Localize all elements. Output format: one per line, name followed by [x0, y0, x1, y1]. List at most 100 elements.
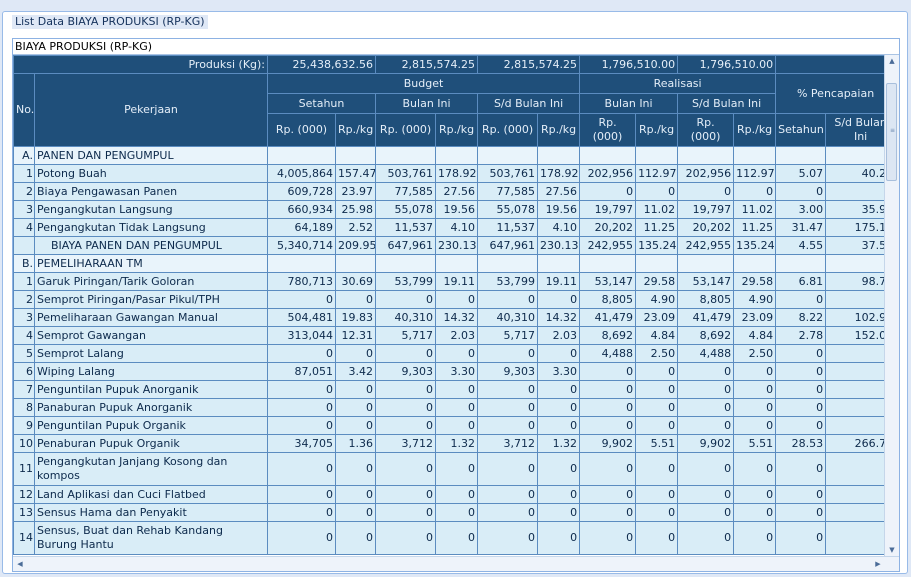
table-row[interactable]: 7Penguntilan Pupuk Anorganik000000000000: [13, 380, 897, 399]
cell-value: 0: [677, 362, 735, 381]
cell-value: 0: [733, 416, 777, 435]
cell-value: 0: [677, 485, 735, 504]
cell-value: 0: [775, 290, 827, 309]
table-row[interactable]: 1 Garuk Piringan/Tarik Goloran 780,713 30.6…: [13, 272, 897, 291]
row-pekerjaan: Sensus, Buat dan Rehab Kandang Burung Ha…: [33, 521, 269, 555]
table-row[interactable]: 5 Semprot Lalang 0 0 0 0 0 0 4,488 2.50 4,488 2.50 0…: [13, 344, 897, 363]
row-pekerjaan: Semprot Piringan/Pasar Pikul/TPH: [33, 290, 269, 309]
col-header-rp000[interactable]: Rp. (000): [267, 113, 337, 147]
cell-value: 77,585: [375, 182, 437, 201]
cell-value: 0: [375, 452, 437, 486]
cell-value: 0: [677, 416, 735, 435]
col-header-real-sd-bulan-ini: S/d Bulan Ini: [677, 93, 777, 114]
cell-value: 112.97: [733, 164, 777, 183]
row-number: 1: [13, 272, 35, 291]
table-row[interactable]: 14 Sensus, Buat dan Rehab Kandang Burung …: [13, 521, 897, 555]
table-row[interactable]: 2 Biaya Pengawasan Panen 609,728 23.97 77,58…: [13, 182, 897, 201]
horizontal-scrollbar[interactable]: ◀ ▶: [13, 556, 899, 571]
col-header-rp000[interactable]: Rp. (000): [477, 113, 539, 147]
col-header-no[interactable]: No.: [13, 73, 35, 147]
cell-value: 2.50: [733, 344, 777, 363]
cell-value: 64,189: [267, 218, 337, 237]
vertical-scrollbar[interactable]: ▲ ≡ ▼: [884, 55, 899, 556]
cell-value: 0: [537, 290, 581, 309]
cell-value: 4.84: [635, 326, 679, 345]
table-row[interactable]: 3 Pengangkutan Langsung 660,934 25.98 55,078…: [13, 200, 897, 219]
table-row[interactable]: 13Sensus Hama dan Penyakit000000000000: [13, 503, 897, 522]
cell-value: 0: [733, 398, 777, 417]
row-number: 13: [13, 503, 35, 522]
col-header-rp000[interactable]: Rp. (000): [375, 113, 437, 147]
table-row[interactable]: 2 Semprot Piringan/Pasar Pikul/TPH 0 0 0 0 0 0 8…: [13, 290, 897, 309]
row-number: 4: [13, 326, 35, 345]
cell-value: 4.10: [435, 218, 479, 237]
cell-value: 0: [537, 416, 581, 435]
cell-value: 11.25: [733, 218, 777, 237]
cell-value: 3.42: [335, 362, 377, 381]
cost-table: Produksi (Kg): 25,438,632.56 2,815,574.2…: [13, 55, 897, 555]
cell-value: 230.13: [537, 236, 581, 255]
col-header-rp000[interactable]: Rp. (000): [677, 113, 735, 147]
section-row[interactable]: B. PEMELIHARAAN TM: [13, 254, 897, 273]
cell-value: 503,761: [375, 164, 437, 183]
cell-value: 4.55: [775, 236, 827, 255]
col-header-rpkg[interactable]: Rp./kg: [435, 113, 479, 147]
cell-value: 0: [579, 503, 637, 522]
cell-value: 5.07: [775, 164, 827, 183]
produksi-bulan-ini: 2,815,574.25: [375, 55, 479, 74]
table-row[interactable]: 1 Potong Buah 4,005,864 157.47 503,761 178.92…: [13, 164, 897, 183]
cell-value: [435, 254, 479, 273]
total-row[interactable]: BIAYA PANEN DAN PENGUMPUL 5,340,714 209.95…: [13, 236, 897, 255]
col-header-rpkg[interactable]: Rp./kg: [635, 113, 679, 147]
arrow-down-icon[interactable]: ▼: [885, 544, 899, 556]
cell-value: 0: [579, 521, 637, 555]
cell-value: 53,147: [677, 272, 735, 291]
cell-value: [267, 146, 337, 165]
produksi-empty: [775, 55, 897, 74]
table-row[interactable]: 4 Pengangkutan Tidak Langsung 64,189 2.52 11…: [13, 218, 897, 237]
data-grid[interactable]: BIAYA PRODUKSI (RP-KG) Produksi (Kg): 25…: [12, 38, 900, 572]
table-row[interactable]: 3 Pemeliharaan Gawangan Manual 504,481 19.8…: [13, 308, 897, 327]
arrow-up-icon[interactable]: ▲: [885, 55, 899, 67]
cell-value: 29.58: [635, 272, 679, 291]
cell-value: 2.03: [435, 326, 479, 345]
arrow-left-icon[interactable]: ◀: [13, 558, 27, 570]
cell-value: 0: [775, 521, 827, 555]
cell-value: [677, 146, 735, 165]
cell-value: 0: [267, 416, 337, 435]
produksi-real-sd-bulan-ini: 1,796,510.00: [677, 55, 777, 74]
cell-value: 135.24: [733, 236, 777, 255]
cell-value: 230.13: [435, 236, 479, 255]
table-row[interactable]: 11 Pengangkutan Janjang Kosong dan kompos…: [13, 452, 897, 486]
cell-value: 0: [435, 416, 479, 435]
cell-value: [267, 254, 337, 273]
col-header-pct-setahun[interactable]: Setahun: [775, 113, 827, 147]
table-row[interactable]: 4 Semprot Gawangan 313,044 12.31 5,717 2.03 5,…: [13, 326, 897, 345]
col-header-rpkg[interactable]: Rp./kg: [537, 113, 581, 147]
table-row[interactable]: 9Penguntilan Pupuk Organik000000000000: [13, 416, 897, 435]
col-header-rp000[interactable]: Rp. (000): [579, 113, 637, 147]
scroll-thumb[interactable]: ≡: [886, 83, 897, 181]
col-header-rpkg[interactable]: Rp./kg: [733, 113, 777, 147]
cell-value: 53,147: [579, 272, 637, 291]
cell-value: 0: [477, 452, 539, 486]
table-row[interactable]: 10 Penaburan Pupuk Organik 34,705 1.36 3,712…: [13, 434, 897, 453]
table-row[interactable]: 8Panaburan Pupuk Anorganik000000000000: [13, 398, 897, 417]
row-number: 9: [13, 416, 35, 435]
cell-value: 8,805: [677, 290, 735, 309]
col-header-pekerjaan[interactable]: Pekerjaan: [33, 73, 269, 147]
cell-value: 0: [375, 344, 437, 363]
section-row[interactable]: A. PANEN DAN PENGUMPUL: [13, 146, 897, 165]
cell-value: 2.03: [537, 326, 581, 345]
cell-value: 0: [775, 485, 827, 504]
cell-value: 0: [335, 380, 377, 399]
table-row[interactable]: 6 Wiping Lalang 87,051 3.42 9,303 3.30 9,303 3.…: [13, 362, 897, 381]
cell-value: 0: [435, 344, 479, 363]
cell-value: 55,078: [477, 200, 539, 219]
col-header-rpkg[interactable]: Rp./kg: [335, 113, 377, 147]
cell-value: 0: [677, 398, 735, 417]
cell-value: 0: [733, 362, 777, 381]
cell-value: 0: [267, 521, 337, 555]
table-row[interactable]: 12 Land Aplikasi dan Cuci Flatbed 0 0 0 0 0 0 0 0…: [13, 485, 897, 504]
arrow-right-icon[interactable]: ▶: [871, 558, 885, 570]
